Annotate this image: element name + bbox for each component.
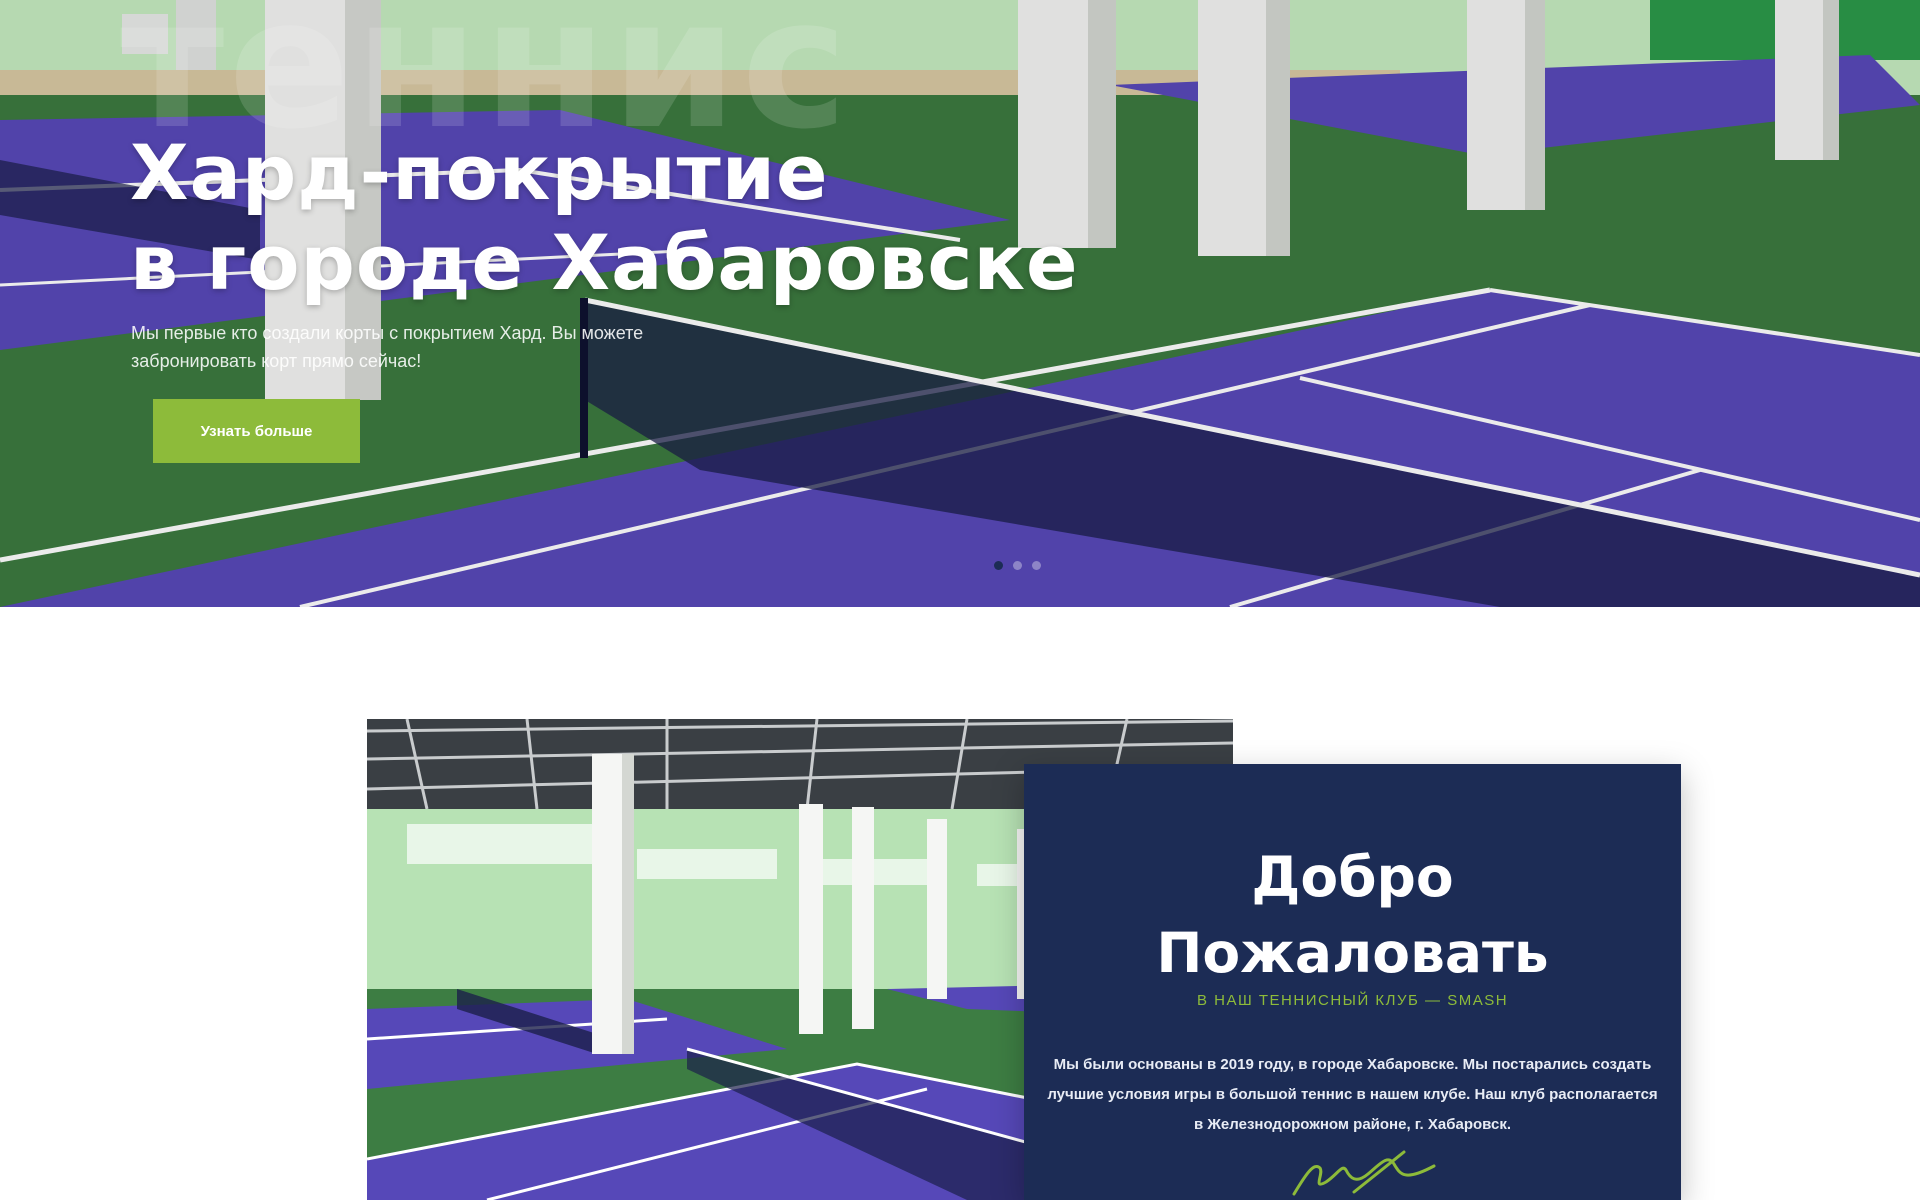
- welcome-title-line-2: Пожаловать: [1156, 921, 1549, 985]
- hero-title-line-2: в городе Хабаровске: [130, 218, 1079, 307]
- welcome-subtitle: В НАШ ТЕННИСНЫЙ КЛУБ — SMASH: [1196, 992, 1509, 1009]
- hero-section: теннис Хард-покрытие в городе Хабаровске…: [0, 0, 1920, 607]
- hero-subtitle: Мы первые кто создали корты с покрытием …: [131, 323, 644, 371]
- welcome-card: Добро Пожаловать В НАШ ТЕННИСНЫЙ КЛУБ — …: [1024, 764, 1681, 1200]
- signature-icon: [1292, 1150, 1436, 1196]
- welcome-description: Мы были основаны в 2019 году, в городе Х…: [1047, 1056, 1658, 1133]
- slider-dot-2[interactable]: [1013, 561, 1022, 570]
- hero-title: Хард-покрытие в городе Хабаровске: [130, 128, 1230, 308]
- slider-pagination: [994, 561, 1041, 570]
- hero-title-line-1: Хард-покрытие: [130, 128, 829, 217]
- welcome-title-line-1: Добро: [1251, 845, 1454, 909]
- welcome-title: Добро Пожаловать: [1024, 839, 1681, 991]
- learn-more-button[interactable]: Узнать больше: [153, 399, 360, 463]
- slider-dot-1[interactable]: [994, 561, 1003, 570]
- slider-dot-3[interactable]: [1032, 561, 1041, 570]
